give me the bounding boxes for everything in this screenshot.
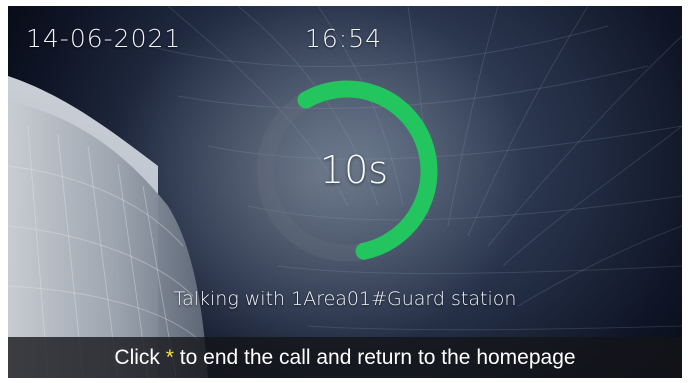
- hint-suffix: to end the call and return to the homepa…: [173, 346, 576, 369]
- call-status-text: Talking with 1Area01#Guard station: [173, 288, 517, 310]
- date-display: 14-06-2021: [26, 24, 182, 53]
- hint-key-star: *: [165, 346, 174, 369]
- time-display: 16:54: [305, 24, 383, 53]
- call-screen: 14-06-2021 16:54 10s Talking with 1Area0…: [8, 6, 682, 378]
- end-call-hint: Click * to end the call and return to th…: [8, 344, 682, 372]
- call-timer-value: 10s: [319, 148, 389, 192]
- hint-prefix: Click: [114, 346, 166, 369]
